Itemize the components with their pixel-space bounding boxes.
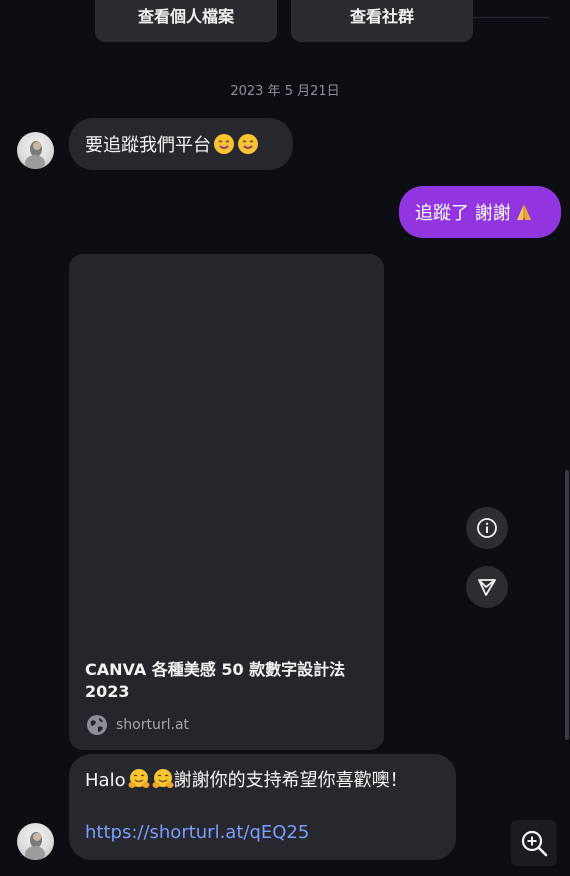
zoom-in-icon	[521, 830, 548, 857]
link-preview-card[interactable]: CANVA 各種美感 50 款數字設計法 2023 shorturl.at	[69, 254, 384, 750]
incoming-message-bubble[interactable]: 要追蹤我們平台	[69, 118, 293, 170]
zoom-button[interactable]	[511, 820, 557, 866]
view-community-button[interactable]: 查看社群	[291, 0, 473, 42]
avatar-photo	[25, 832, 45, 860]
incoming-message-bubble[interactable]: Halo 謝謝你的支持希望你喜歡噢！ https://shorturl.at/q…	[69, 754, 456, 860]
globe-icon	[87, 715, 107, 735]
message-greeting: Halo	[85, 770, 126, 791]
message-link[interactable]: https://shorturl.at/qEQ25	[85, 822, 309, 843]
avatar-photo	[25, 141, 45, 169]
view-profile-button[interactable]: 查看個人檔案	[95, 0, 277, 42]
smiling-face-emoji-icon	[238, 134, 258, 154]
hugging-face-emoji-icon	[128, 769, 150, 788]
share-arrow-icon	[478, 579, 496, 596]
card-title: CANVA 各種美感 50 款數字設計法 2023	[85, 660, 346, 701]
smiling-face-emoji-icon	[214, 134, 234, 154]
avatar[interactable]	[17, 823, 54, 860]
scrollbar[interactable]	[565, 470, 569, 740]
info-button[interactable]	[466, 507, 508, 549]
card-domain: shorturl.at	[116, 717, 190, 733]
chat-screen: 查看個人檔案 查看社群 2023 年 5 月21日 要追蹤我們平台 追蹤了 謝謝…	[0, 0, 570, 876]
view-profile-label: 查看個人檔案	[137, 7, 234, 26]
info-icon	[477, 518, 497, 538]
hugging-face-emoji-icon	[152, 769, 174, 788]
message-text: 追蹤了 謝謝	[415, 203, 511, 224]
date-divider: 2023 年 5 月21日	[230, 84, 340, 99]
folded-hands-emoji-icon	[516, 204, 531, 220]
view-community-label: 查看社群	[349, 7, 414, 26]
message-text: 要追蹤我們平台	[85, 135, 211, 156]
outgoing-message-bubble[interactable]: 追蹤了 謝謝	[399, 186, 561, 238]
share-button[interactable]	[466, 566, 508, 608]
message-text: 謝謝你的支持希望你喜歡噢！	[173, 770, 408, 791]
card-domain-row: shorturl.at	[86, 714, 189, 736]
message-line: Halo 謝謝你的支持希望你喜歡噢！	[85, 766, 408, 792]
header-divider	[470, 17, 550, 18]
avatar[interactable]	[17, 132, 54, 169]
